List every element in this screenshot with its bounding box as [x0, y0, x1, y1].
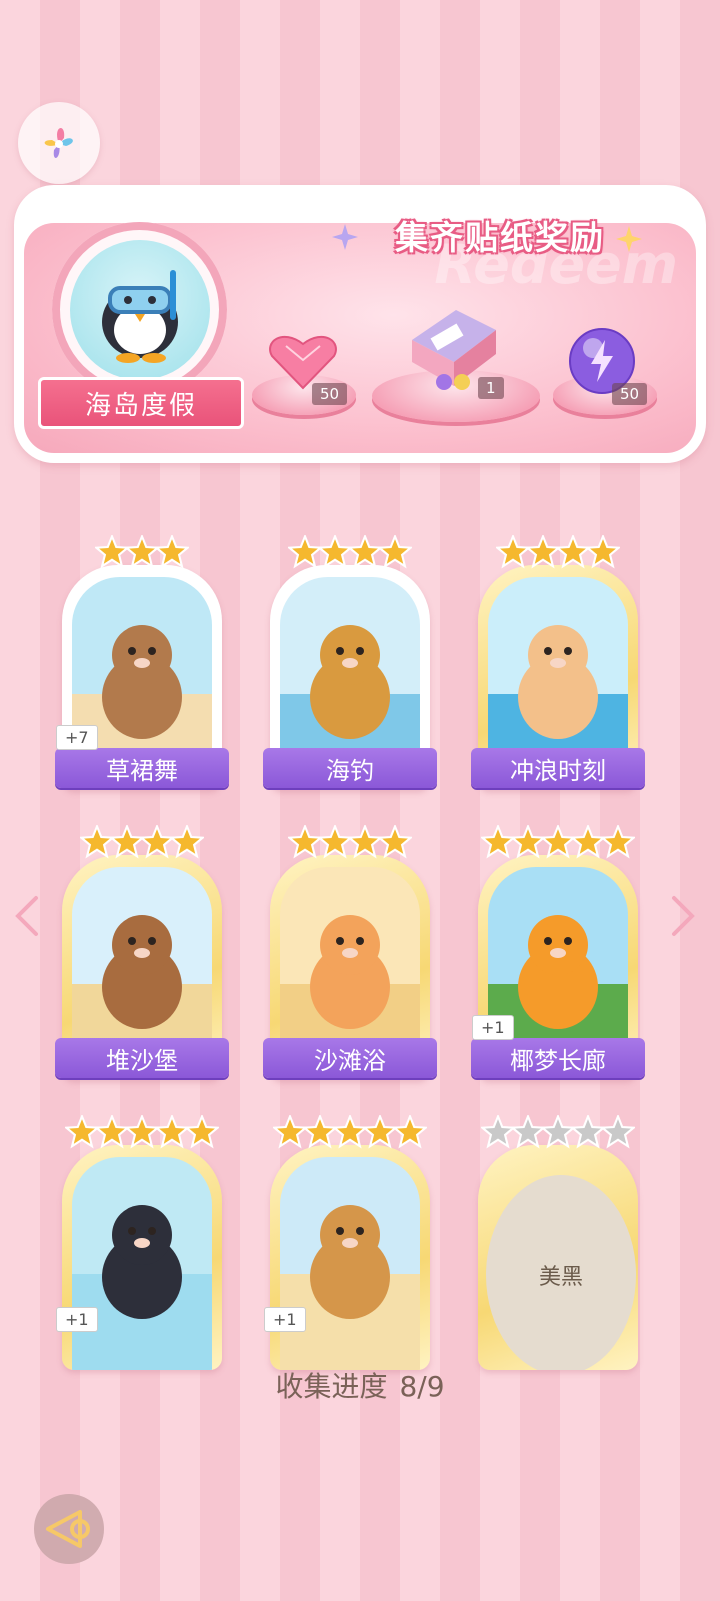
banner-title: 集齐贴纸奖励 [395, 218, 605, 257]
star-icon [571, 1115, 605, 1149]
star-icon [496, 535, 530, 569]
reward-count: 50 [612, 383, 648, 405]
star-icon [541, 825, 575, 859]
star-rating [468, 535, 648, 569]
star-icon [140, 825, 174, 859]
sticker-card[interactable]: 美黑 [478, 1145, 638, 1370]
duplicate-count-badge: +1 [472, 1015, 514, 1040]
star-icon [155, 535, 189, 569]
banner-title-container: 集齐贴纸奖励 [340, 205, 660, 265]
star-icon [95, 1115, 129, 1149]
duplicate-count-badge: +1 [264, 1307, 306, 1332]
sticker-name-label: 海钓 [263, 748, 437, 788]
star-icon [273, 1115, 307, 1149]
star-icon [393, 1115, 427, 1149]
penguin-snorkel-icon [101, 269, 178, 363]
star-rating [52, 535, 232, 569]
chevron-left-icon[interactable] [12, 894, 42, 938]
star-icon [303, 1115, 337, 1149]
star-icon [511, 1115, 545, 1149]
star-icon [378, 535, 412, 569]
sticker-name-label: 沙滩浴 [263, 1038, 437, 1078]
app-logo[interactable] [18, 102, 100, 184]
star-icon [601, 1115, 635, 1149]
star-icon [556, 535, 590, 569]
star-icon [288, 535, 322, 569]
sticker-art [280, 1157, 420, 1370]
star-rating [52, 825, 232, 859]
progress-label: 收集进度 [275, 1370, 388, 1403]
star-icon [586, 535, 620, 569]
star-rating [260, 1115, 440, 1149]
star-icon [80, 825, 114, 859]
star-icon [348, 535, 382, 569]
star-icon [601, 825, 635, 859]
sticker-card[interactable] [62, 1145, 222, 1370]
sticker-name-label: 冲浪时刻 [471, 748, 645, 788]
star-rating [260, 825, 440, 859]
reward-count: 1 [478, 377, 504, 399]
star-icon [318, 535, 352, 569]
star-icon [185, 1115, 219, 1149]
duplicate-count-badge: +1 [56, 1307, 98, 1332]
star-icon [288, 825, 322, 859]
album-emblem [52, 222, 227, 397]
star-rating [468, 825, 648, 859]
star-icon [155, 1115, 189, 1149]
star-icon [481, 1115, 515, 1149]
chevron-right-icon[interactable] [668, 894, 698, 938]
star-icon [511, 825, 545, 859]
star-icon [110, 825, 144, 859]
back-button[interactable] [30, 1490, 108, 1568]
reward-count: 50 [312, 383, 348, 405]
star-icon [571, 825, 605, 859]
album-name: 海岛度假 [38, 377, 244, 429]
star-icon [333, 1115, 367, 1149]
sticker-art [72, 1157, 212, 1370]
penguin-snorkel-icon [102, 1205, 182, 1319]
star-icon [95, 535, 129, 569]
beach-hut-icon [310, 1205, 390, 1319]
star-icon [318, 825, 352, 859]
star-rating [260, 535, 440, 569]
star-icon [125, 1115, 159, 1149]
star-rating [468, 1115, 648, 1149]
star-icon [125, 535, 159, 569]
progress-value: 8/9 [399, 1370, 445, 1403]
star-icon [526, 535, 560, 569]
star-icon [348, 825, 382, 859]
petal-logo-icon [44, 127, 73, 158]
sticker-placeholder: 美黑 [486, 1175, 636, 1370]
sticker-card[interactable] [270, 1145, 430, 1370]
star-icon [363, 1115, 397, 1149]
sticker-name-label: 草裙舞 [55, 748, 229, 788]
star-icon [65, 1115, 99, 1149]
star-rating [52, 1115, 232, 1149]
duplicate-count-badge: +7 [56, 725, 98, 750]
star-icon [541, 1115, 575, 1149]
collection-progress: 收集进度 8/9 [0, 1365, 720, 1405]
sticker-name-label: 堆沙堡 [55, 1038, 229, 1078]
star-icon [481, 825, 515, 859]
star-icon [378, 825, 412, 859]
sticker-name-label: 椰梦长廊 [471, 1038, 645, 1078]
star-icon [170, 825, 204, 859]
